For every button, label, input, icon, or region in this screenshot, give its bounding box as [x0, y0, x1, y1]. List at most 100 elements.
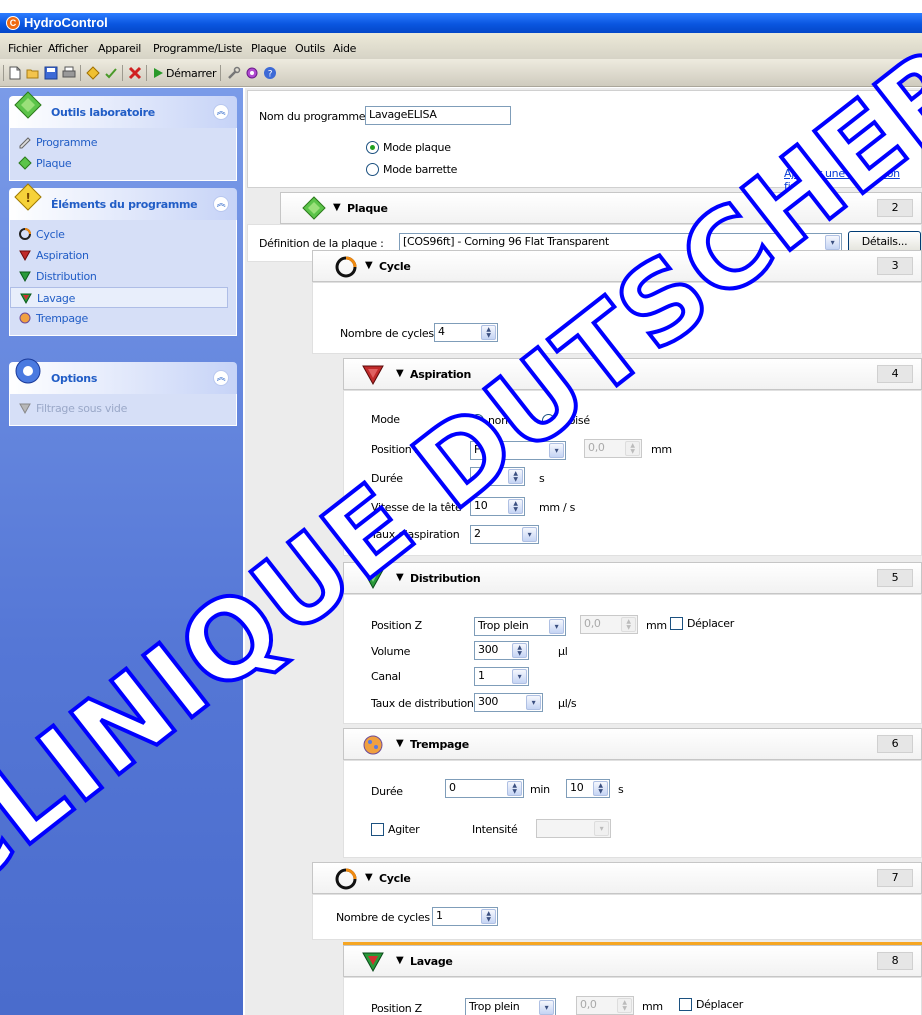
open-folder-icon[interactable]	[26, 66, 40, 80]
start-button[interactable]: Démarrer	[166, 67, 217, 80]
print-icon[interactable]	[62, 66, 76, 80]
sidebar-item-aspiration[interactable]: Aspiration	[10, 245, 236, 266]
check-tool-icon[interactable]	[104, 66, 118, 80]
aspiration-rate-label: Taux d'aspiration	[371, 528, 460, 541]
menu-outils[interactable]: Outils	[295, 42, 325, 55]
intensity-select: ▾	[536, 819, 611, 838]
distribution-rate-select[interactable]: 300 ▾	[474, 693, 543, 712]
expand-triangle-icon[interactable]: ▼	[365, 260, 373, 271]
mode-crossed-radio[interactable]	[542, 414, 555, 427]
spinner-icon[interactable]: ▲ ▼	[508, 499, 523, 514]
collapse-chevron-icon[interactable]: ︽	[213, 196, 229, 212]
head-speed-input[interactable]: 10 ▲ ▼	[470, 497, 525, 516]
sidebar-item-distribution[interactable]: Distribution	[10, 266, 236, 287]
cycle-count-input[interactable]: 1 ▲ ▼	[432, 907, 498, 926]
program-name-input[interactable]: LavageELISA	[365, 106, 511, 125]
cycle-icon	[19, 228, 31, 240]
sidebar-item-trempage[interactable]: Trempage	[10, 308, 236, 329]
menu-appareil[interactable]: Appareil	[98, 42, 141, 55]
program-elements-header[interactable]: ! Éléments du programme ︽	[9, 183, 237, 220]
mode-normal-radio[interactable]	[471, 414, 484, 427]
aspiration-duration-unit: s	[539, 472, 545, 485]
help-icon[interactable]: ?	[263, 66, 277, 80]
dropdown-arrow-icon[interactable]: ▾	[539, 1000, 554, 1015]
aspiration-rate-select[interactable]: 2 ▾	[470, 525, 539, 544]
dropdown-arrow-icon[interactable]: ▾	[522, 527, 537, 542]
menu-afficher[interactable]: Afficher	[48, 42, 88, 55]
wash-move-checkbox[interactable]	[679, 998, 692, 1011]
menu-programme-liste[interactable]: Programme/Liste	[153, 42, 242, 55]
expand-triangle-icon[interactable]: ▼	[333, 202, 341, 213]
sidebar-item-lavage[interactable]: Lavage	[10, 287, 228, 308]
collapse-chevron-icon[interactable]: ︽	[213, 104, 229, 120]
mode-strip-radio[interactable]	[366, 163, 379, 176]
wrench-icon[interactable]	[227, 66, 241, 80]
dropdown-arrow-icon[interactable]: ▾	[549, 619, 564, 634]
stop-icon[interactable]	[128, 66, 142, 80]
expand-triangle-icon[interactable]: ▼	[396, 572, 404, 583]
expand-triangle-icon[interactable]: ▼	[396, 738, 404, 749]
expand-triangle-icon[interactable]: ▼	[396, 368, 404, 379]
new-file-icon[interactable]	[8, 66, 22, 80]
wash-step-header[interactable]: ▼ Lavage 8	[343, 945, 922, 977]
cycle-step-header[interactable]: ▼ Cycle 3	[312, 250, 922, 282]
mode-normal-label: normal	[488, 414, 525, 427]
expand-triangle-icon[interactable]: ▼	[396, 955, 404, 966]
lab-tools-section: Outils laboratoire ︽ Programme Plaque	[9, 91, 237, 181]
plate-step-header[interactable]: ▼ Plaque 2	[280, 192, 922, 224]
spinner-icon[interactable]: ▲ ▼	[507, 781, 522, 796]
program-elements-title: Éléments du programme	[51, 198, 198, 211]
sidebar-item-label: Lavage	[37, 292, 76, 305]
soak-icon	[19, 312, 31, 324]
expand-triangle-icon[interactable]: ▼	[365, 872, 373, 883]
soak-step-header[interactable]: ▼ Trempage 6	[343, 728, 922, 760]
settings-icon[interactable]	[245, 66, 259, 80]
channel-select[interactable]: 1 ▾	[474, 667, 529, 686]
lab-tools-header[interactable]: Outils laboratoire ︽	[9, 91, 237, 128]
cycle-icon	[335, 256, 357, 278]
play-icon[interactable]	[151, 66, 165, 80]
spinner-icon[interactable]: ▲ ▼	[481, 909, 496, 924]
collapse-chevron-icon[interactable]: ︽	[213, 370, 229, 386]
sidebar-item-programme[interactable]: Programme	[10, 132, 236, 153]
mode-plate-radio[interactable]	[366, 141, 379, 154]
program-name-label: Nom du programme	[259, 110, 366, 123]
menu-aide[interactable]: Aide	[333, 42, 356, 55]
cycle-step-header[interactable]: ▼ Cycle 7	[312, 862, 922, 894]
spinner-icon[interactable]: ▲ ▼	[512, 643, 527, 658]
dropdown-arrow-icon[interactable]: ▾	[825, 235, 840, 250]
dropdown-arrow-icon[interactable]: ▾	[526, 695, 541, 710]
distribution-step-header[interactable]: ▼ Distribution 5	[343, 562, 922, 594]
sidebar-item-plaque[interactable]: Plaque	[10, 153, 236, 174]
aspiration-mode-label: Mode	[371, 413, 400, 426]
plate-tool-icon[interactable]	[86, 66, 100, 80]
save-icon[interactable]	[44, 66, 58, 80]
shake-checkbox[interactable]	[371, 823, 384, 836]
cycle-count-input[interactable]: 4 ▲ ▼	[434, 323, 498, 342]
aspiration-step-header[interactable]: ▼ Aspiration 4	[343, 358, 922, 390]
dropdown-arrow-icon[interactable]: ▾	[549, 443, 564, 458]
distribution-posz-select[interactable]: Trop plein ▾	[474, 617, 566, 636]
distribution-move-checkbox[interactable]	[670, 617, 683, 630]
soak-seconds-input[interactable]: 10 ▲ ▼	[566, 779, 610, 798]
aspiration-duration-input[interactable]: 4 ▲ ▼	[470, 467, 525, 486]
soak-seconds-unit: s	[618, 783, 624, 796]
spinner-icon[interactable]: ▲ ▼	[508, 469, 523, 484]
soak-minutes-input[interactable]: 0 ▲ ▼	[445, 779, 524, 798]
dropdown-arrow-icon[interactable]: ▾	[512, 669, 527, 684]
aspiration-duration-label: Durée	[371, 472, 403, 485]
distribution-step-title: Distribution	[410, 572, 481, 585]
add-final-aspiration-link[interactable]: Ajouter une aspiration finale	[784, 167, 921, 193]
options-header[interactable]: Options ︽	[9, 358, 237, 394]
aspiration-posz-select[interactable]: Fond ▾	[470, 441, 566, 460]
spinner-icon[interactable]: ▲ ▼	[481, 325, 496, 340]
spinner-icon[interactable]: ▲ ▼	[593, 781, 608, 796]
sidebar-item-cycle[interactable]: Cycle	[10, 224, 236, 245]
volume-input[interactable]: 300 ▲ ▼	[474, 641, 529, 660]
wash-posz-select[interactable]: Trop plein ▾	[465, 998, 556, 1015]
wash-posz-offset: 0,0 ▲ ▼	[576, 996, 634, 1015]
menu-plaque[interactable]: Plaque	[251, 42, 287, 55]
cycle-step-body: Nombre de cycles : 1 ▲ ▼	[312, 894, 922, 940]
menu-fichier[interactable]: Fichier	[8, 42, 42, 55]
soak-minutes-unit: min	[530, 783, 550, 796]
